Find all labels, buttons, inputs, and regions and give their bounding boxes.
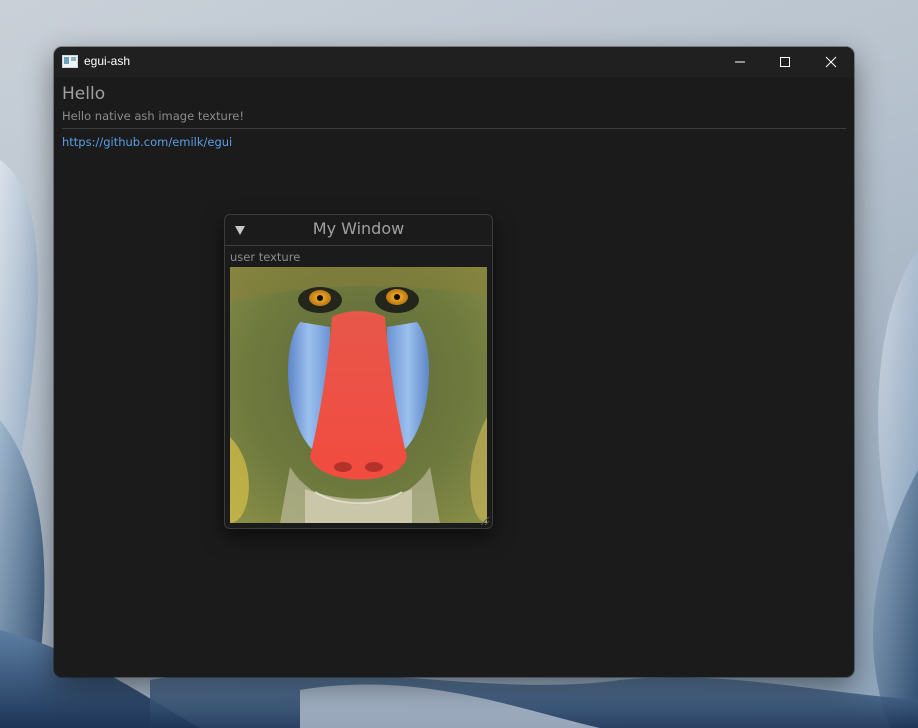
app-window: egui-ash Hello Hello native ash image te…	[54, 47, 854, 677]
separator	[62, 128, 846, 129]
window-title: egui-ash	[84, 54, 131, 68]
minimize-icon	[735, 61, 745, 63]
my-window[interactable]: My Window user texture	[224, 214, 493, 529]
central-panel: Hello Hello native ash image texture! ht…	[54, 77, 854, 677]
github-link[interactable]: https://github.com/emilk/egui	[62, 135, 232, 149]
minimize-button[interactable]	[717, 47, 763, 77]
resize-grip-icon[interactable]	[480, 516, 490, 526]
mandrill-texture-image	[230, 267, 487, 523]
close-button[interactable]	[808, 47, 854, 77]
title-bar[interactable]: egui-ash	[54, 47, 854, 77]
close-icon	[825, 56, 837, 68]
app-icon	[62, 55, 78, 68]
my-window-header[interactable]: My Window	[225, 215, 492, 245]
maximize-icon	[780, 57, 790, 67]
my-window-title: My Window	[312, 219, 405, 238]
texture-label: user texture	[230, 250, 301, 264]
maximize-button[interactable]	[762, 47, 808, 77]
my-window-separator	[225, 245, 492, 246]
page-heading: Hello	[62, 84, 106, 104]
page-subtext: Hello native ash image texture!	[62, 109, 244, 123]
